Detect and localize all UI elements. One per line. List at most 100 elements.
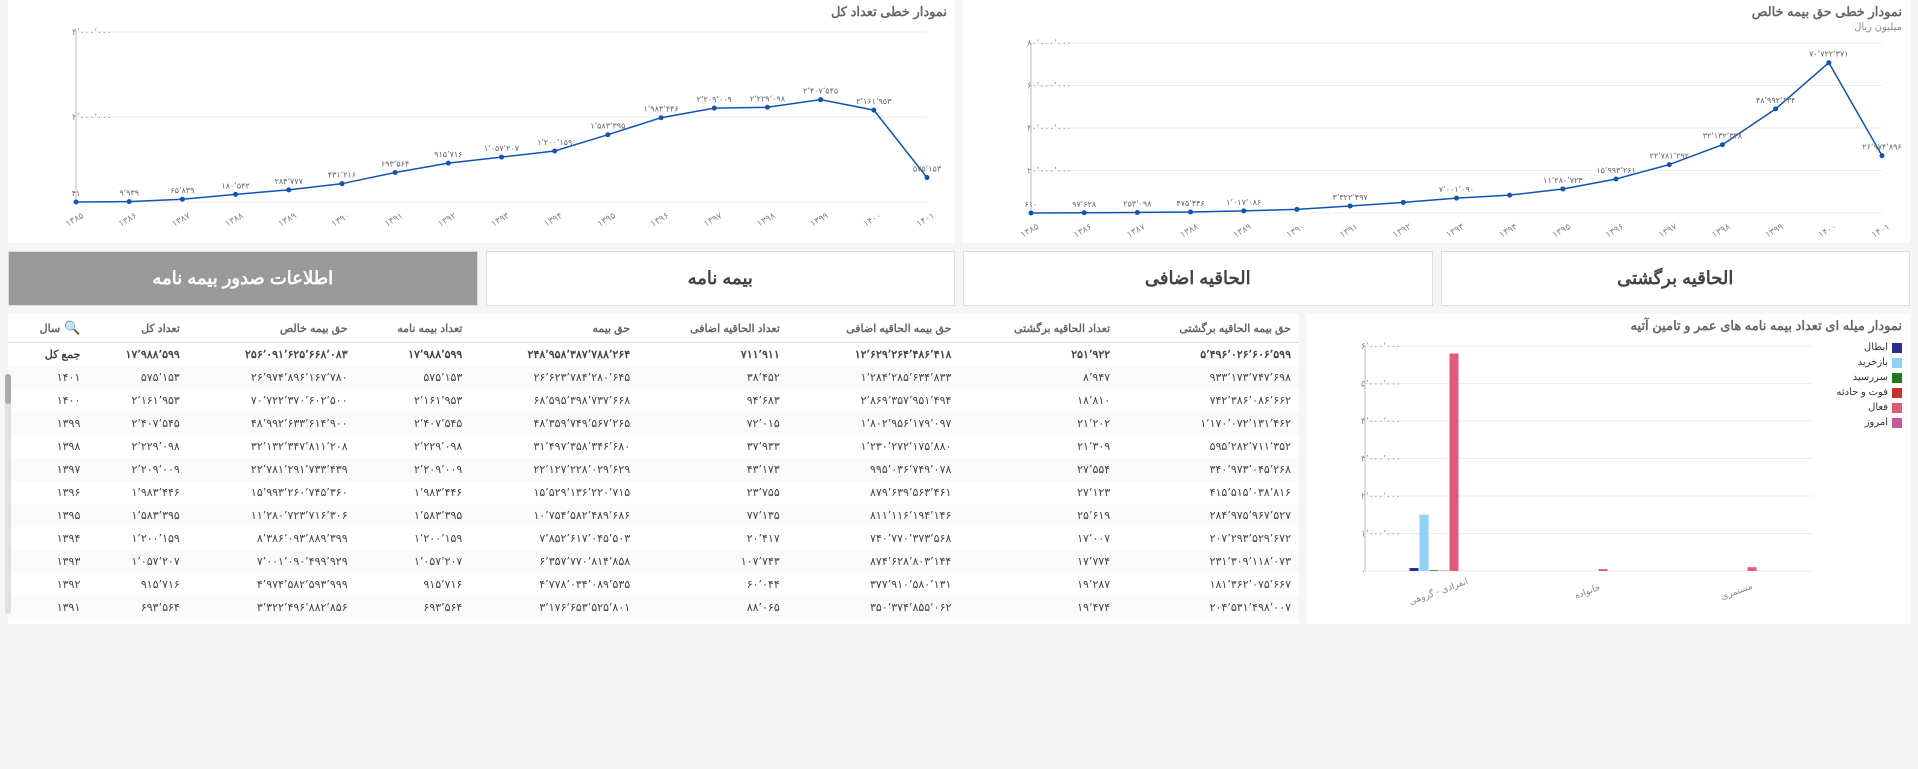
legend-item[interactable]: امروز [1822,417,1902,428]
cell: ۱٬۲۳۰٬۲۷۲٬۱۷۵٬۸۸۰ [788,435,960,458]
table-row[interactable]: ۱٬۱۷۰٬۰۷۲٬۱۳۱٬۴۶۲۲۱٬۲۰۲۱٬۸۰۲٬۹۵۶٬۱۷۹٬۰۹۷… [8,412,1299,435]
cell: ۲۰۷٬۲۹۳٬۵۲۹٬۶۷۲ [1118,527,1299,550]
svg-text:۱٬۵۸۳٬۳۹۵: ۱٬۵۸۳٬۳۹۵ [590,122,625,131]
svg-text:۱۳۸۵: ۱۳۸۵ [1019,221,1041,239]
column-header[interactable]: تعداد الحاقیه برگشتی [959,314,1118,343]
cell: ۹۱۵٬۷۱۶ [356,573,471,596]
svg-text:۲٬۲۲۹٬۰۹۸: ۲٬۲۲۹٬۰۹۸ [750,94,786,103]
tab[interactable]: الحاقیه برگشتی [1441,251,1911,306]
cell: ۱۹٬۴۷۴ [959,596,1118,619]
legend-item[interactable]: فعال [1822,402,1902,413]
legend-item[interactable]: بازخرید [1822,357,1902,368]
table-row[interactable]: ۲۸۴٬۹۷۵٬۹۶۷٬۵۲۷۲۵٬۶۱۹۸۱۱٬۱۱۶٬۱۹۴٬۱۴۶۷۷٬۱… [8,504,1299,527]
bar-chart-svg[interactable]: ۰۱٬۰۰۰٬۰۰۰۲٬۰۰۰٬۰۰۰۳٬۰۰۰٬۰۰۰۴٬۰۰۰٬۰۰۰۵٬۰… [1315,336,1822,606]
cell: ۲۵٬۶۱۹ [959,504,1118,527]
dashboard: نمودار خطی حق بیمه خالص میلیون ریال ۰۲۰٬… [0,0,1918,632]
svg-text:۱۳۸۷: ۱۳۸۷ [170,210,192,228]
line-chart-svg[interactable]: ۰۲۰٬۰۰۰٬۰۰۰۴۰٬۰۰۰٬۰۰۰۶۰٬۰۰۰٬۰۰۰۸۰٬۰۰۰٬۰۰… [971,33,1902,243]
column-header[interactable]: 🔍سال [8,314,88,343]
svg-text:۱۳۹۵: ۱۳۹۵ [1550,221,1572,239]
svg-text:۱۴۰۱: ۱۴۰۱ [1870,221,1892,239]
table-row[interactable]: ۳۴۰٬۹۷۳٬۰۴۵٬۲۶۸۲۷٬۵۵۴۹۹۵٬۰۳۶٬۷۴۹٬۰۷۸۴۳٬۱… [8,458,1299,481]
svg-text:۴۰٬۰۰۰٬۰۰۰: ۴۰٬۰۰۰٬۰۰۰ [1027,123,1071,133]
cell: ۴۳۱٬۲۱۶ [88,619,187,624]
cell: ۱۷٬۹۸۸٬۵۹۹ [356,343,471,367]
cell: ۱۴۰۱ [8,366,88,389]
tab[interactable]: بیمه نامه [486,251,956,306]
search-icon[interactable]: 🔍 [64,320,80,335]
table-row[interactable]: ۱۸۱٬۳۶۲٬۰۷۵٬۶۶۷۱۹٬۲۸۷۳۷۷٬۹۱۰٬۵۸۰٬۱۳۱۶۰٬۰… [8,573,1299,596]
line-chart-svg[interactable]: ۰۲٬۰۰۰٬۰۰۰۴٬۰۰۰٬۰۰۰۴۱۱۳۸۵۹٬۹۳۹۱۳۸۶۶۵٬۸۳۹… [16,22,947,232]
cell: ۸٬۹۴۷ [959,366,1118,389]
column-header[interactable]: حق بیمه الحاقیه برگشتی [1118,314,1299,343]
cell: ۱۳۹۷ [8,458,88,481]
cell: ۳۷٬۹۳۳ [638,435,788,458]
tabs-row: الحاقیه برگشتیالحاقیه اضافیبیمه نامهاطلا… [0,243,1918,314]
tab[interactable]: الحاقیه اضافی [963,251,1433,306]
svg-text:۴٬۰۰۰٬۰۰۰: ۴٬۰۰۰٬۰۰۰ [72,27,112,37]
table-row[interactable]: ۵٬۴۹۶٬۰۲۶٬۶۰۶٬۵۹۹۲۵۱٬۹۲۲۱۲٬۶۲۹٬۲۶۴٬۴۸۶٬۴… [8,343,1299,367]
cell: ۶۸٬۵۹۵٬۳۹۸٬۷۳۷٬۶۶۸ [470,389,638,412]
legend-item[interactable]: ابطال [1822,342,1902,353]
table-row[interactable]: ۸۲٬۸۵۱٬۰۵۶٬۱۸۲۱۲٬۳۴۱۱۹۴٬۴۱۸٬۰۷۹٬۱۶۷۳۷٬۳۲… [8,619,1299,624]
cell: ۲٬۴۰۷٬۵۴۵ [88,412,187,435]
column-header[interactable]: تعداد الحاقیه اضافی [638,314,788,343]
table-row[interactable]: ۲۰۷٬۲۹۳٬۵۲۹٬۶۷۲۱۷٬۰۰۷۷۴۰٬۷۷۰٬۳۷۳٬۵۶۸۲۰٬۴… [8,527,1299,550]
svg-text:۸۰٬۰۰۰٬۰۰۰: ۸۰٬۰۰۰٬۰۰۰ [1027,38,1071,48]
svg-text:۱٬۹۸۳٬۴۴۶: ۱٬۹۸۳٬۴۴۶ [643,105,678,114]
cell: ۱۳۹۰ [8,619,88,624]
svg-text:۱۳۹۹: ۱۳۹۹ [1763,221,1785,239]
column-header[interactable]: حق بیمه خالص [188,314,356,343]
svg-text:۵۷۵٬۱۵۳: ۵۷۵٬۱۵۳ [913,165,942,174]
cell: ۲٬۲۰۹٬۰۰۹ [88,458,187,481]
cell: ۱۹٬۲۸۷ [959,573,1118,596]
svg-text:۵٬۰۰۰٬۰۰۰: ۵٬۰۰۰٬۰۰۰ [1361,379,1401,389]
table-row[interactable]: ۷۴۲٬۳۸۶٬۰۸۶٬۶۶۲۱۸٬۸۱۰۲٬۸۶۹٬۳۵۷٬۹۵۱٬۴۹۴۹۴… [8,389,1299,412]
cell: ۲۲٬۱۲۷٬۲۲۸٬۰۲۹٬۶۲۹ [470,458,638,481]
cell: ۱۰٬۷۵۴٬۵۸۲٬۴۸۹٬۶۸۶ [470,504,638,527]
svg-text:۱۴۰۰: ۱۴۰۰ [861,210,883,228]
svg-text:۱۸۰٬۵۴۲: ۱۸۰٬۵۴۲ [221,181,249,190]
column-header[interactable]: تعداد کل [88,314,187,343]
column-header[interactable]: حق بیمه الحاقیه اضافی [788,314,960,343]
table-row[interactable]: ۹۳۳٬۱۷۳٬۷۴۷٬۶۹۸۸٬۹۴۷۱٬۲۸۴٬۲۸۵٬۶۳۴٬۸۳۳۳۸٬… [8,366,1299,389]
cell: ۲٬۱۶۱٬۹۵۳ [88,389,187,412]
svg-text:۶۱۰: ۶۱۰ [1025,200,1038,209]
svg-text:۹٬۹۳۹: ۹٬۹۳۹ [119,189,139,198]
cell: ۱٬۱۷۰٬۰۷۲٬۱۳۱٬۴۶۲ [1118,412,1299,435]
cell: ۳۴۰٬۹۷۳٬۰۴۵٬۲۶۸ [1118,458,1299,481]
svg-text:۱۳۹۰: ۱۳۹۰ [330,210,352,228]
cell: ۷۱۱٬۹۱۱ [638,343,788,367]
svg-text:۱۳۸۹: ۱۳۸۹ [276,210,298,228]
table-row[interactable]: ۵۹۵٬۲۸۲٬۷۱۱٬۳۵۲۲۱٬۳۰۹۱٬۲۳۰٬۲۷۲٬۱۷۵٬۸۸۰۳۷… [8,435,1299,458]
cell: ۲۲٬۷۸۱٬۲۹۱٬۷۳۳٬۴۳۹ [188,458,356,481]
cell: ۱٬۰۵۷٬۲۰۷ [356,550,471,573]
cell: ۲۷٬۵۵۴ [959,458,1118,481]
table-scroll[interactable]: حق بیمه الحاقیه برگشتیتعداد الحاقیه برگش… [8,314,1299,624]
column-header[interactable]: تعداد بیمه نامه [356,314,471,343]
cell: ۵۷۵٬۱۵۳ [88,366,187,389]
legend-item[interactable]: سررسید [1822,372,1902,383]
chart-title: نمودار میله ای تعداد بیمه نامه های عمر و… [1315,318,1902,334]
svg-text:۱۳۸۸: ۱۳۸۸ [223,210,245,228]
column-header[interactable]: حق بیمه [470,314,638,343]
cell: ۴۸٬۳۵۹٬۷۴۹٬۵۶۷٬۲۶۵ [470,412,638,435]
svg-text:۱۳۹۳: ۱۳۹۳ [489,210,511,228]
svg-text:انفرادی - گروهی: انفرادی - گروهی [1407,575,1469,606]
cell: جمع کل [8,343,88,367]
cell: ۶۰٬۰۴۴ [638,573,788,596]
tab[interactable]: اطلاعات صدور بیمه نامه [8,251,478,306]
table-row[interactable]: ۲۰۴٬۵۳۱٬۴۹۸٬۰۰۷۱۹٬۴۷۴۳۵۰٬۳۷۴٬۸۵۵٬۰۶۲۸۸٬۰… [8,596,1299,619]
cell: ۱۲٬۳۴۱ [959,619,1118,624]
cell: ۱۳۹۸ [8,435,88,458]
cell: ۹۱۵٬۷۱۶ [88,573,187,596]
cell: ۲۱٬۲۰۲ [959,412,1118,435]
cell: ۲٬۱۶۱٬۹۵۳ [356,389,471,412]
legend-item[interactable]: فوت و حادثه [1822,387,1902,398]
svg-text:۱۳۹۸: ۱۳۹۸ [1710,221,1732,239]
table-row[interactable]: ۴۱۵٬۵۱۵٬۰۳۸٬۸۱۶۲۷٬۱۲۳۸۷۹٬۶۳۹٬۵۶۳٬۴۶۱۲۳٬۷… [8,481,1299,504]
scrollbar[interactable] [5,374,11,614]
cell: ۲۵۱٬۹۲۲ [959,343,1118,367]
table-row[interactable]: ۲۳۱٬۳۰۹٬۱۱۸٬۰۷۳۱۷٬۷۷۴۸۷۴٬۶۲۸٬۸۰۳٬۱۴۴۱۰۷٬… [8,550,1299,573]
svg-text:۱۳۸۷: ۱۳۸۷ [1125,221,1147,239]
